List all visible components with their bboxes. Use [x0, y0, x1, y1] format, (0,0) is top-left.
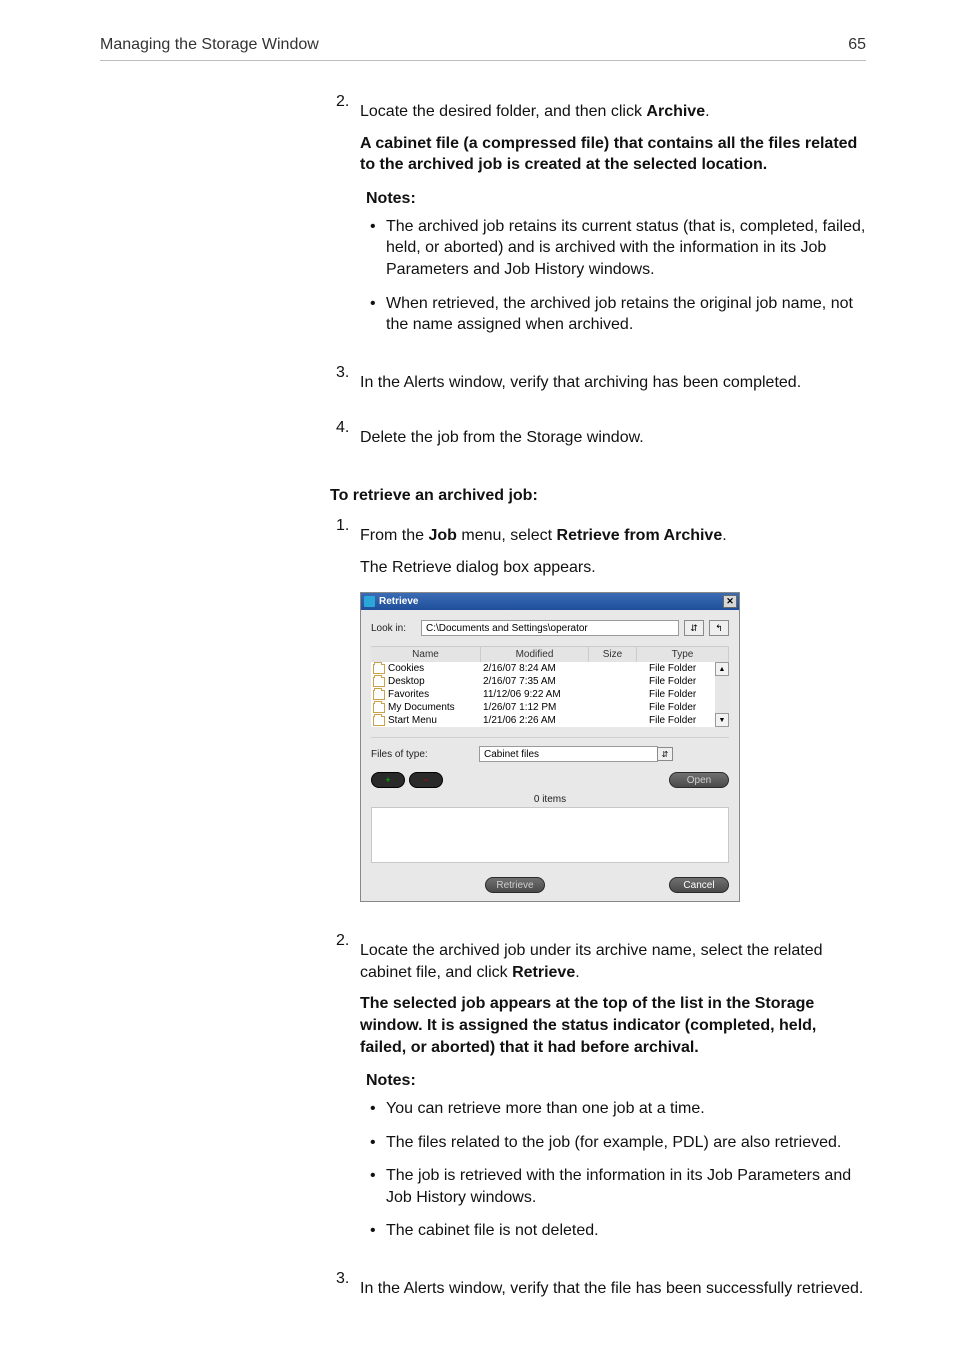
running-header: Managing the Storage Window 65 — [100, 36, 866, 61]
up-icon: ↰ — [715, 623, 723, 634]
add-button[interactable]: + — [371, 772, 405, 788]
step-result: A cabinet file (a compressed file) that … — [360, 133, 866, 176]
note-item: When retrieved, the archived job retains… — [366, 293, 866, 336]
chevron-down-icon: ▼ — [719, 717, 726, 724]
folder-icon — [373, 677, 385, 687]
plus-icon: + — [385, 775, 390, 785]
file-row[interactable]: Cookies 2/16/07 8:24 AM File Folder — [371, 662, 715, 675]
file-list: Name Modified Size Type Cookies — [371, 646, 729, 727]
note-item: The archived job retains its current sta… — [366, 216, 866, 281]
step-text: In the Alerts window, verify that the fi… — [360, 1278, 866, 1300]
list-number: 3. — [330, 1270, 360, 1310]
dialog-title: Retrieve — [379, 596, 418, 607]
list-number: 2. — [330, 932, 360, 1254]
close-icon: ✕ — [726, 597, 734, 606]
scroll-up-button[interactable]: ▲ — [715, 662, 729, 676]
list-number: 2. — [330, 93, 360, 348]
list-number: 4. — [330, 419, 360, 459]
chevron-down-icon: ⇵ — [662, 750, 669, 759]
file-row[interactable]: Desktop 2/16/07 7:35 AM File Folder — [371, 675, 715, 688]
note-item: The job is retrieved with the informatio… — [366, 1165, 866, 1208]
look-in-label: Look in: — [371, 623, 421, 634]
selected-items-list[interactable] — [371, 807, 729, 863]
step-text: Locate the archived job under its archiv… — [360, 940, 866, 983]
note-item: The cabinet file is not deleted. — [366, 1220, 866, 1242]
folder-icon — [373, 664, 385, 674]
sort-button[interactable]: ⇵ — [684, 620, 704, 636]
folder-icon — [373, 716, 385, 726]
step-result: The Retrieve dialog box appears. — [360, 557, 866, 579]
note-item: The files related to the job (for exampl… — [366, 1132, 866, 1154]
notes-label: Notes: — [366, 190, 866, 208]
list-item: 3. In the Alerts window, verify that the… — [330, 1270, 866, 1310]
folder-icon — [373, 703, 385, 713]
file-row[interactable]: My Documents 1/26/07 1:12 PM File Folder — [371, 701, 715, 714]
close-button[interactable]: ✕ — [723, 595, 737, 608]
column-size[interactable]: Size — [589, 647, 637, 662]
step-text: Locate the desired folder, and then clic… — [360, 101, 866, 123]
procedure-heading: To retrieve an archived job: — [330, 487, 866, 505]
list-item: 1. From the Job menu, select Retrieve fr… — [330, 517, 866, 916]
sort-icon: ⇵ — [690, 623, 698, 634]
app-icon — [364, 596, 375, 607]
column-name[interactable]: Name — [371, 647, 481, 662]
open-button[interactable]: Open — [669, 772, 729, 788]
file-row[interactable]: Favorites 11/12/06 9:22 AM File Folder — [371, 688, 715, 701]
file-list-header: Name Modified Size Type — [371, 647, 729, 662]
list-item: 3. In the Alerts window, verify that arc… — [330, 364, 866, 404]
list-item: 2. Locate the archived job under its arc… — [330, 932, 866, 1254]
files-of-type-select[interactable]: Cabinet files — [479, 746, 658, 762]
file-list-scrollbar[interactable]: ▲ ▼ — [715, 662, 729, 727]
step-text: From the Job menu, select Retrieve from … — [360, 525, 866, 547]
files-of-type-dropdown[interactable]: ⇵ — [657, 747, 673, 761]
column-type[interactable]: Type — [637, 647, 729, 662]
retrieve-dialog: Retrieve ✕ Look in: C:\Documents and Set… — [360, 592, 740, 902]
file-row[interactable]: Start Menu 1/21/06 2:26 AM File Folder — [371, 714, 715, 727]
cancel-button[interactable]: Cancel — [669, 877, 729, 893]
list-item: 4. Delete the job from the Storage windo… — [330, 419, 866, 459]
page-number: 65 — [848, 36, 866, 54]
note-item: You can retrieve more than one job at a … — [366, 1098, 866, 1120]
column-modified[interactable]: Modified — [481, 647, 589, 662]
items-count-label: 0 items — [371, 794, 729, 805]
retrieve-button[interactable]: Retrieve — [485, 877, 545, 893]
list-item: 2. Locate the desired folder, and then c… — [330, 93, 866, 348]
scroll-down-button[interactable]: ▼ — [715, 713, 729, 727]
dialog-titlebar: Retrieve ✕ — [361, 593, 739, 610]
minus-icon: − — [423, 775, 428, 785]
list-number: 1. — [330, 517, 360, 916]
look-in-field[interactable]: C:\Documents and Settings\operator — [421, 620, 679, 636]
up-one-level-button[interactable]: ↰ — [709, 620, 729, 636]
step-text: In the Alerts window, verify that archiv… — [360, 372, 866, 394]
chevron-up-icon: ▲ — [719, 666, 726, 673]
header-title: Managing the Storage Window — [100, 36, 319, 54]
step-text: Delete the job from the Storage window. — [360, 427, 866, 449]
folder-icon — [373, 690, 385, 700]
remove-button[interactable]: − — [409, 772, 443, 788]
notes-label: Notes: — [366, 1072, 866, 1090]
list-number: 3. — [330, 364, 360, 404]
step-result: The selected job appears at the top of t… — [360, 993, 866, 1058]
files-of-type-label: Files of type: — [371, 749, 439, 760]
